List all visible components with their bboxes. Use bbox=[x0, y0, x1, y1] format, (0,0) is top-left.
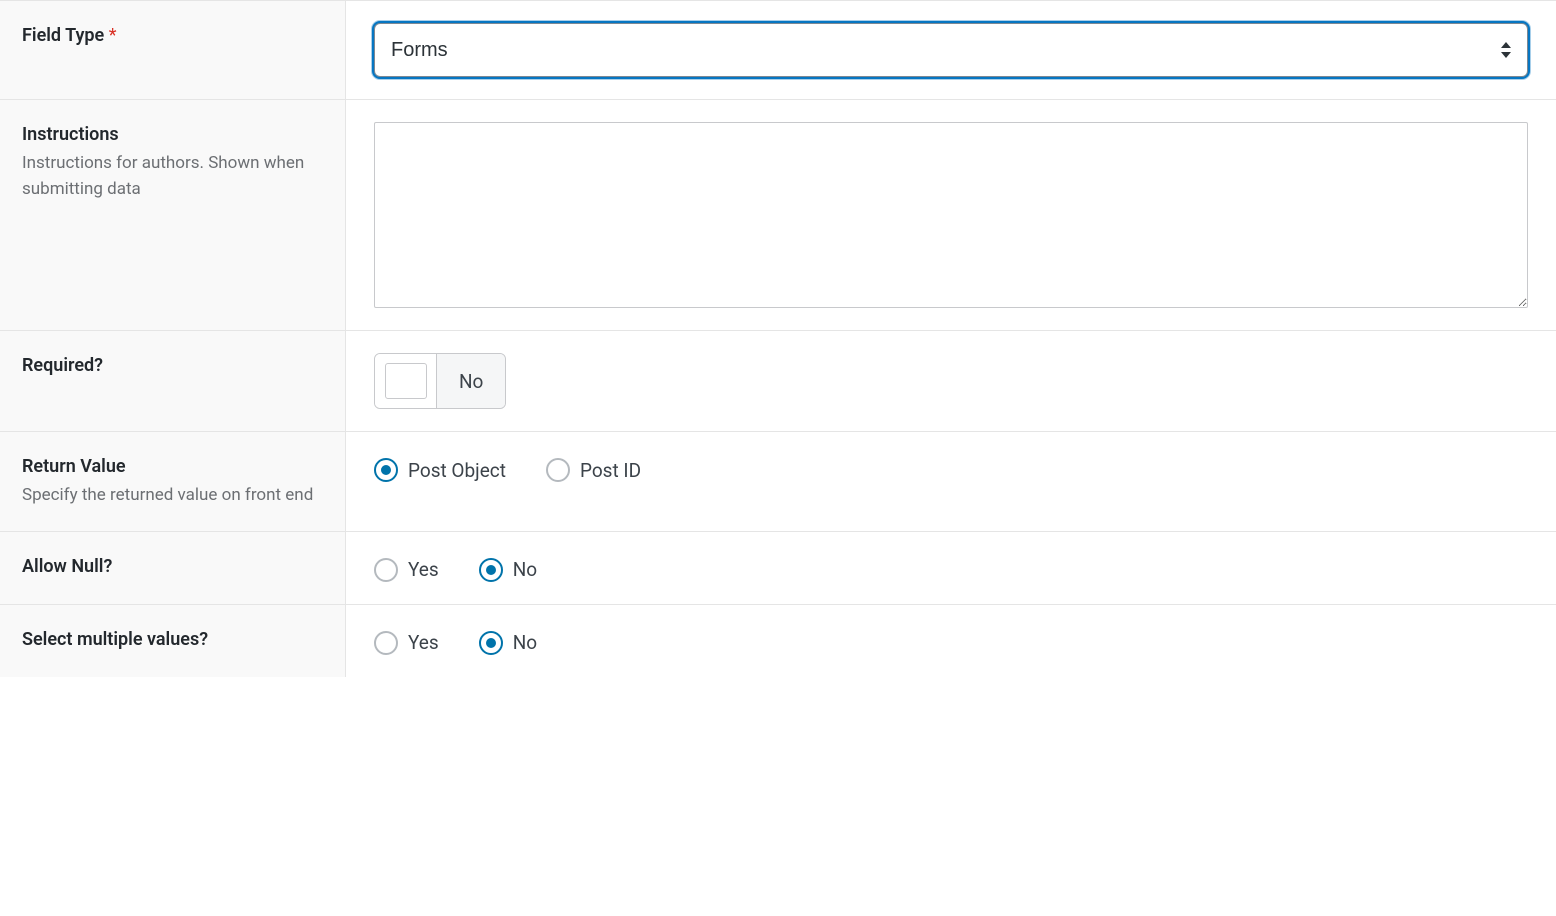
label-cell-return-value: Return Value Specify the returned value … bbox=[0, 432, 346, 531]
value-cell-allow-null: Yes No bbox=[346, 532, 1556, 604]
label-field-type: Field Type * bbox=[22, 23, 323, 48]
radio-label-post-id: Post ID bbox=[580, 459, 641, 482]
value-cell-select-multiple: Yes No bbox=[346, 605, 1556, 677]
field-type-select[interactable]: Forms bbox=[374, 23, 1528, 77]
return-value-radio-group: Post Object Post ID bbox=[374, 454, 641, 482]
desc-return-value: Specify the returned value on front end bbox=[22, 483, 323, 509]
toggle-handle bbox=[375, 354, 437, 408]
required-asterisk: * bbox=[109, 25, 117, 46]
value-cell-required: No bbox=[346, 331, 1556, 431]
radio-allow-null-no[interactable]: No bbox=[479, 558, 537, 582]
label-allow-null: Allow Null? bbox=[22, 554, 323, 579]
row-required: Required? No bbox=[0, 330, 1556, 431]
label-required: Required? bbox=[22, 353, 323, 378]
label-cell-required: Required? bbox=[0, 331, 346, 431]
radio-return-post-object[interactable]: Post Object bbox=[374, 458, 506, 482]
radio-label-no: No bbox=[513, 558, 537, 581]
row-instructions: Instructions Instructions for authors. S… bbox=[0, 99, 1556, 330]
radio-icon bbox=[374, 631, 398, 655]
radio-icon bbox=[479, 558, 503, 582]
instructions-textarea[interactable] bbox=[374, 122, 1528, 308]
row-return-value: Return Value Specify the returned value … bbox=[0, 431, 1556, 531]
desc-instructions: Instructions for authors. Shown when sub… bbox=[22, 151, 323, 202]
value-cell-instructions bbox=[346, 100, 1556, 330]
label-cell-field-type: Field Type * bbox=[0, 1, 346, 99]
required-toggle[interactable]: No bbox=[374, 353, 506, 409]
radio-select-multiple-yes[interactable]: Yes bbox=[374, 631, 439, 655]
label-return-value: Return Value bbox=[22, 454, 323, 479]
radio-label-post-object: Post Object bbox=[408, 459, 506, 482]
label-text-field-type: Field Type bbox=[22, 25, 104, 46]
row-select-multiple: Select multiple values? Yes No bbox=[0, 604, 1556, 677]
radio-allow-null-yes[interactable]: Yes bbox=[374, 558, 439, 582]
label-instructions: Instructions bbox=[22, 122, 323, 147]
radio-label-yes: Yes bbox=[408, 558, 439, 581]
field-type-select-wrap: Forms bbox=[374, 23, 1528, 77]
label-cell-select-multiple: Select multiple values? bbox=[0, 605, 346, 677]
label-cell-instructions: Instructions Instructions for authors. S… bbox=[0, 100, 346, 330]
radio-label-yes: Yes bbox=[408, 631, 439, 654]
label-cell-allow-null: Allow Null? bbox=[0, 532, 346, 604]
radio-select-multiple-no[interactable]: No bbox=[479, 631, 537, 655]
value-cell-field-type: Forms bbox=[346, 1, 1556, 99]
toggle-label: No bbox=[437, 354, 505, 408]
field-settings-table: Field Type * Forms Instructions Instruct… bbox=[0, 0, 1556, 677]
row-field-type: Field Type * Forms bbox=[0, 0, 1556, 99]
radio-return-post-id[interactable]: Post ID bbox=[546, 458, 641, 482]
radio-icon bbox=[546, 458, 570, 482]
row-allow-null: Allow Null? Yes No bbox=[0, 531, 1556, 604]
radio-icon bbox=[479, 631, 503, 655]
label-select-multiple: Select multiple values? bbox=[22, 627, 323, 652]
value-cell-return-value: Post Object Post ID bbox=[346, 432, 1556, 531]
radio-icon bbox=[374, 558, 398, 582]
select-multiple-radio-group: Yes No bbox=[374, 627, 537, 655]
allow-null-radio-group: Yes No bbox=[374, 554, 537, 582]
radio-icon bbox=[374, 458, 398, 482]
radio-label-no: No bbox=[513, 631, 537, 654]
